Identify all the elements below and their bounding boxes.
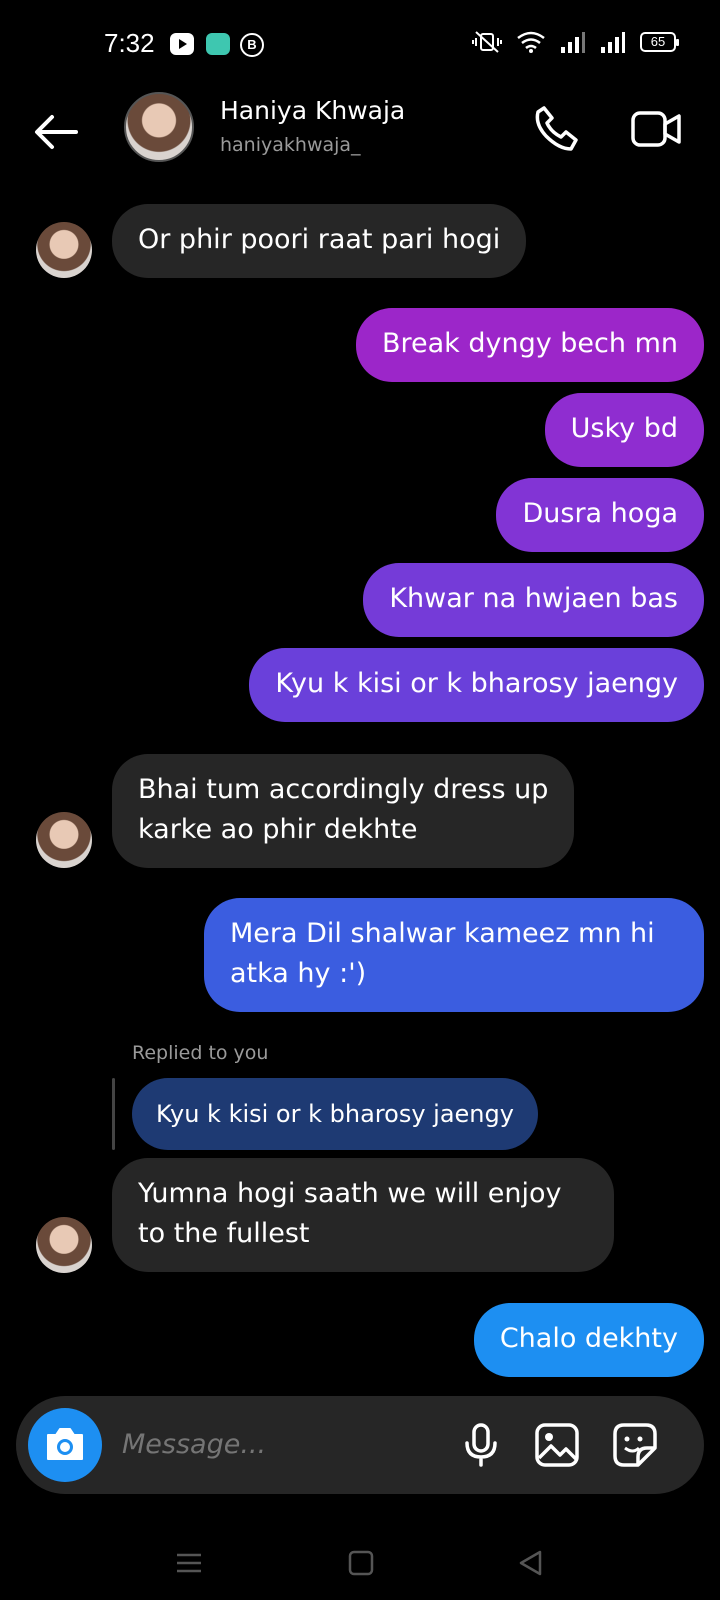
message-bubble-incoming[interactable]: Yumna hogi saath we will enjoy to the fu…	[112, 1158, 614, 1272]
back-arrow-icon[interactable]	[30, 106, 82, 158]
status-bar: 7:32 B 65	[0, 0, 720, 90]
status-time: 7:32	[104, 28, 155, 58]
sticker-icon[interactable]	[612, 1422, 658, 1468]
battery-icon: 65	[640, 32, 679, 52]
sender-avatar[interactable]	[36, 812, 92, 868]
signal-icon	[601, 32, 625, 53]
sender-avatar[interactable]	[36, 1217, 92, 1273]
quoted-message[interactable]: Kyu k kisi or k bharosy jaengy	[132, 1078, 538, 1150]
message-line: atka hy :')	[230, 958, 367, 989]
message-composer	[16, 1396, 704, 1494]
sender-avatar[interactable]	[36, 222, 92, 278]
message-bubble-outgoing[interactable]: Mera Dil shalwar kameez mn hi atka hy :'…	[204, 898, 704, 1012]
message-bubble-outgoing[interactable]: Usky bd	[544, 393, 704, 467]
chat-header: Haniya Khwaja haniyakhwaja_	[0, 90, 720, 210]
video-call-icon[interactable]	[630, 104, 682, 154]
reply-indicator-bar	[112, 1078, 115, 1150]
vibrate-icon	[472, 31, 502, 53]
back-icon[interactable]	[516, 1548, 546, 1578]
signal-icon	[561, 32, 585, 53]
wifi-icon	[517, 31, 545, 53]
message-bubble-outgoing[interactable]: Kyu k kisi or k bharosy jaengy	[249, 648, 704, 722]
youtube-icon	[170, 33, 194, 55]
b-app-icon: B	[240, 33, 264, 57]
system-icons: 65	[472, 30, 679, 54]
microphone-icon[interactable]	[458, 1422, 504, 1468]
menu-icon[interactable]	[174, 1548, 204, 1578]
messages-app-icon	[206, 33, 230, 55]
reply-label: Replied to you	[132, 1042, 269, 1064]
message-line: to the fullest	[138, 1218, 310, 1249]
system-navigation-bar	[0, 1530, 720, 1600]
message-line: karke ao phir dekhte	[138, 814, 418, 845]
message-line: Mera Dil shalwar kameez mn hi	[230, 918, 655, 949]
message-line: Bhai tum accordingly dress up	[138, 774, 549, 805]
contact-handle[interactable]: haniyakhwaja_	[220, 134, 361, 156]
message-bubble-incoming[interactable]: Bhai tum accordingly dress up karke ao p…	[112, 754, 575, 868]
message-input[interactable]	[122, 1424, 442, 1464]
home-icon[interactable]	[346, 1548, 376, 1578]
message-bubble-outgoing[interactable]: Break dyngy bech mn	[355, 308, 704, 382]
message-bubble-outgoing[interactable]: Dusra hoga	[496, 478, 704, 552]
gallery-icon[interactable]	[534, 1422, 580, 1468]
camera-button[interactable]	[28, 1408, 102, 1482]
contact-name[interactable]: Haniya Khwaja	[220, 96, 405, 125]
message-bubble-outgoing[interactable]: Khwar na hwjaen bas	[363, 563, 704, 637]
message-bubble-incoming[interactable]: Or phir poori raat pari hogi	[112, 204, 527, 278]
message-line: Yumna hogi saath we will enjoy	[138, 1178, 562, 1209]
phone-call-icon[interactable]	[532, 104, 582, 154]
contact-avatar[interactable]	[124, 92, 194, 162]
message-bubble-outgoing[interactable]: Chalo dekhty	[473, 1303, 704, 1377]
camera-icon	[47, 1428, 83, 1460]
